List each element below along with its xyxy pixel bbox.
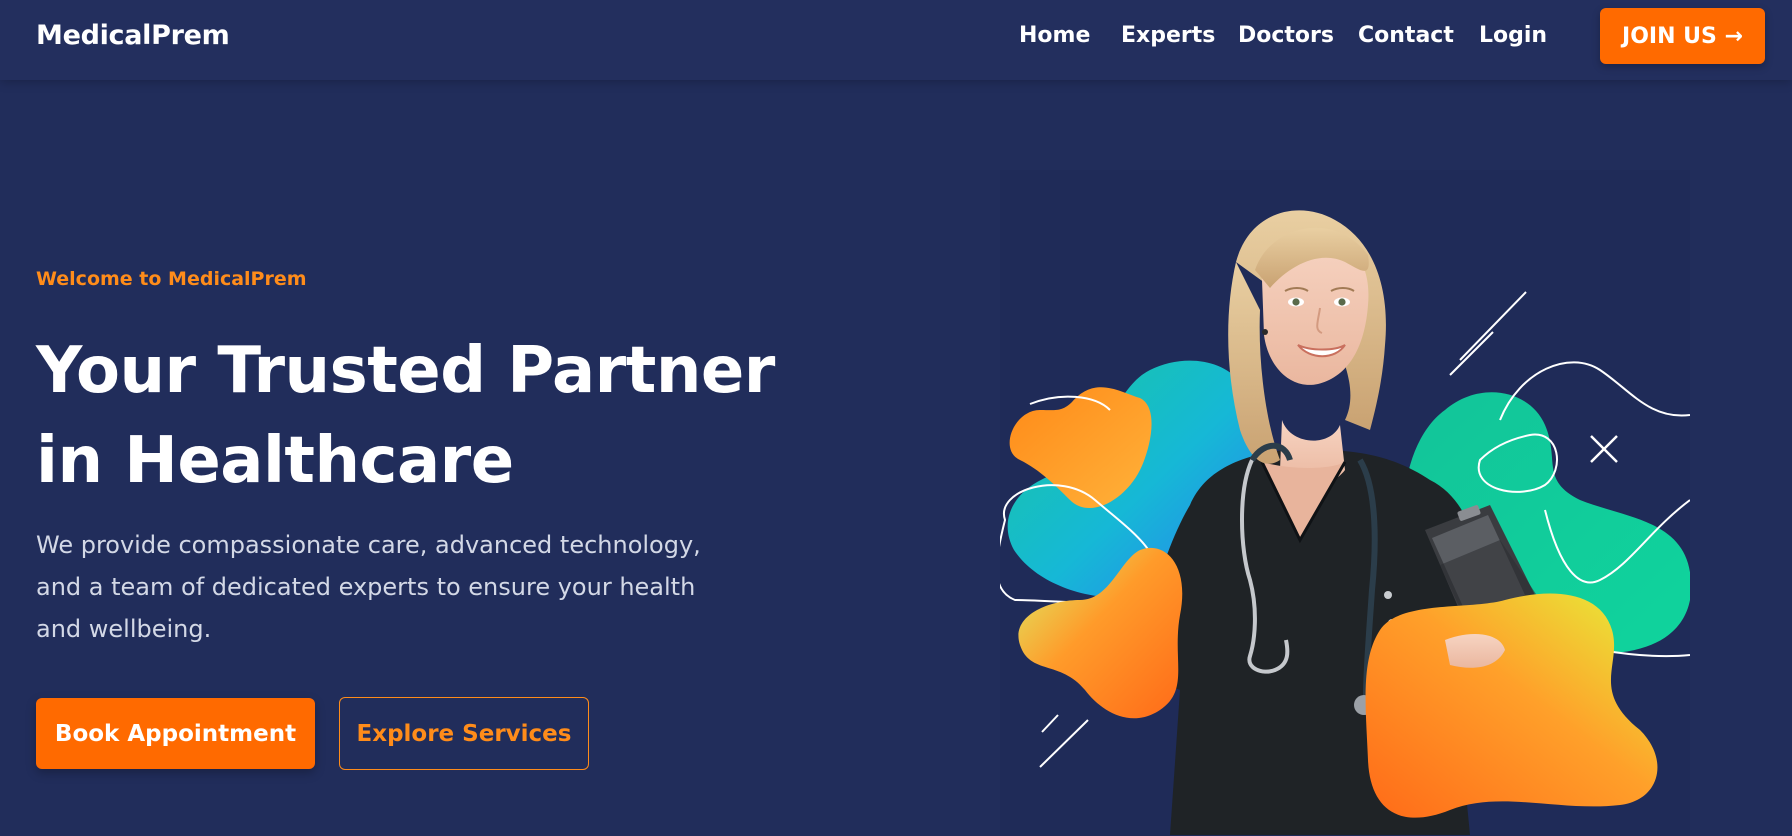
doctor-illustration (1000, 170, 1690, 836)
hero-subtitle: We provide compassionate care, advanced … (36, 531, 701, 643)
join-us-button[interactable]: JOIN US → (1600, 8, 1765, 64)
hero-eyebrow: Welcome to MedicalPrem (36, 268, 307, 290)
hero-illustration (1000, 170, 1690, 836)
explore-services-button[interactable]: Explore Services (339, 697, 589, 770)
nav-link-experts[interactable]: Experts (1121, 23, 1215, 48)
hero-title-line-1: Your Trusted Partner (36, 334, 775, 408)
top-navigation-bar: MedicalPrem Home Experts Doctors Contact… (0, 0, 1792, 80)
nav-link-doctors[interactable]: Doctors (1238, 23, 1334, 48)
nav-link-contact[interactable]: Contact (1358, 23, 1454, 48)
main-nav: Home Experts Doctors Contact Login (0, 23, 1792, 53)
nav-link-home[interactable]: Home (1019, 23, 1090, 48)
hero-title-line-2: in Healthcare (36, 424, 514, 498)
book-appointment-button[interactable]: Book Appointment (36, 698, 315, 769)
hero-title: Your Trusted Partner in Healthcare (36, 326, 796, 506)
nav-link-login[interactable]: Login (1479, 23, 1547, 48)
